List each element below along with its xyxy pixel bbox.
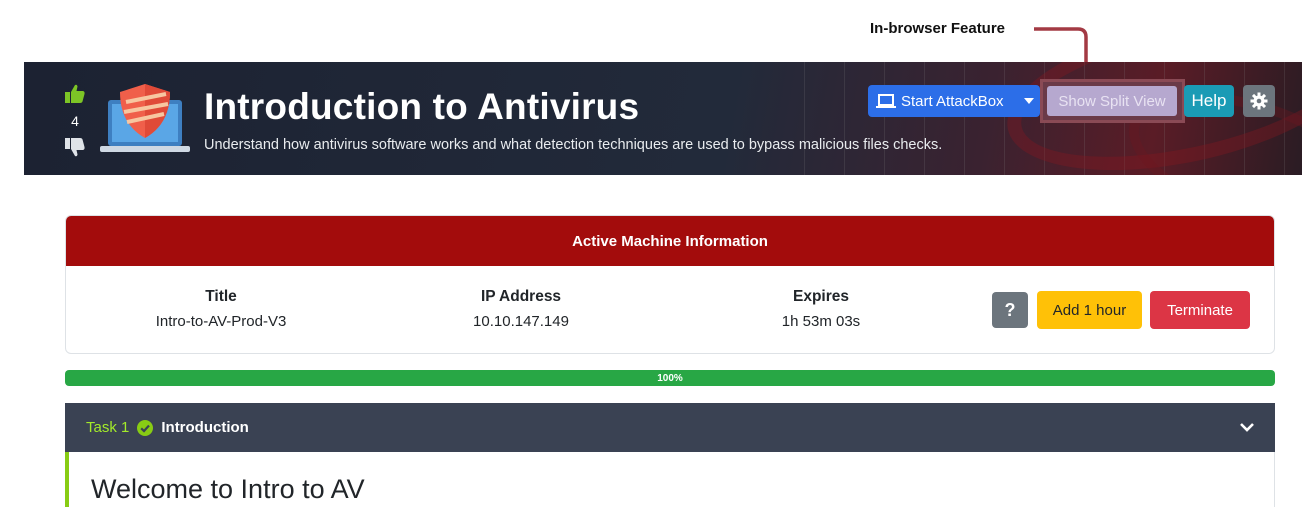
task-content-heading: Welcome to Intro to AV — [91, 474, 365, 504]
start-attackbox-button[interactable]: Start AttackBox — [868, 85, 1040, 117]
task-body: Welcome to Intro to AV — [65, 452, 1275, 507]
machine-title-column: Title Intro-to-AV-Prod-V3 — [141, 288, 301, 330]
task-name: Introduction — [161, 419, 249, 436]
room-subtitle: Understand how antivirus software works … — [204, 137, 943, 153]
shield-laptop-icon — [100, 84, 190, 152]
caret-down-icon — [1024, 98, 1034, 104]
machine-title-value: Intro-to-AV-Prod-V3 — [155, 313, 287, 330]
progress-fill: 100% — [65, 370, 1275, 386]
task-header[interactable]: Task 1 Introduction — [65, 403, 1275, 452]
machine-help-button[interactable]: ? — [992, 292, 1028, 328]
machine-expires-value: 1h 53m 03s — [781, 313, 861, 330]
add-hour-button[interactable]: Add 1 hour — [1037, 291, 1142, 329]
thumbs-up-icon[interactable] — [64, 84, 86, 104]
active-machine-card: Active Machine Information Title Intro-t… — [65, 215, 1275, 354]
room-header: 4 Introduction to Antivirus Understand h… — [24, 62, 1302, 175]
check-circle-icon — [137, 419, 154, 436]
annotation-label: In-browser Feature — [870, 20, 1006, 37]
start-attackbox-label: Start AttackBox — [901, 92, 1004, 110]
laptop-icon — [876, 94, 896, 108]
active-machine-heading: Active Machine Information — [66, 216, 1274, 266]
help-button[interactable]: Help — [1184, 85, 1234, 117]
thumbs-down-icon[interactable] — [64, 137, 86, 157]
chevron-down-icon[interactable] — [1239, 419, 1255, 435]
room-title: Introduction to Antivirus — [204, 86, 640, 127]
terminate-button[interactable]: Terminate — [1150, 291, 1250, 329]
machine-ip-column: IP Address 10.10.147.149 — [441, 288, 601, 330]
vote-widget: 4 — [62, 84, 88, 162]
machine-ip-value: 10.10.147.149 — [473, 313, 569, 330]
machine-ip-label: IP Address — [480, 288, 562, 305]
machine-title-label: Title — [205, 288, 237, 305]
room-progress-bar: 100% — [65, 370, 1275, 386]
machine-expires-label: Expires — [792, 288, 849, 305]
gear-icon — [1250, 92, 1268, 110]
machine-expires-column: Expires 1h 53m 03s — [741, 288, 901, 330]
task-number: Task 1 — [86, 419, 130, 436]
settings-button[interactable] — [1243, 85, 1275, 117]
show-split-view-button[interactable]: Show Split View — [1047, 86, 1177, 116]
attackbox-dropdown-toggle[interactable] — [1018, 85, 1040, 117]
vote-count: 4 — [71, 113, 79, 129]
